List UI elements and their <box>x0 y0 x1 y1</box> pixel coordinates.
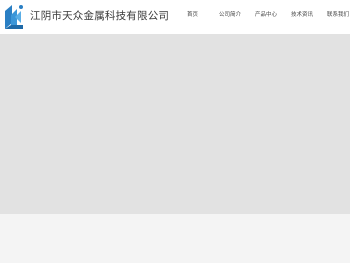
nav-item-contact[interactable]: 联系我们 <box>327 10 349 20</box>
nav-item-about[interactable]: 公司简介 <box>219 10 241 20</box>
nav-item-home[interactable]: 首页 <box>187 10 198 20</box>
nav-item-news[interactable]: 技术资讯 <box>291 10 313 20</box>
site-header: 江阴市天众金属科技有限公司 首页 公司简介 产品中心 技术资讯 联系我们 <box>0 0 350 34</box>
hero-banner <box>0 34 350 214</box>
nav-item-products[interactable]: 产品中心 <box>255 10 277 20</box>
main-nav: 首页 公司简介 产品中心 技术资讯 联系我们 <box>0 10 350 24</box>
content-area <box>0 214 350 263</box>
